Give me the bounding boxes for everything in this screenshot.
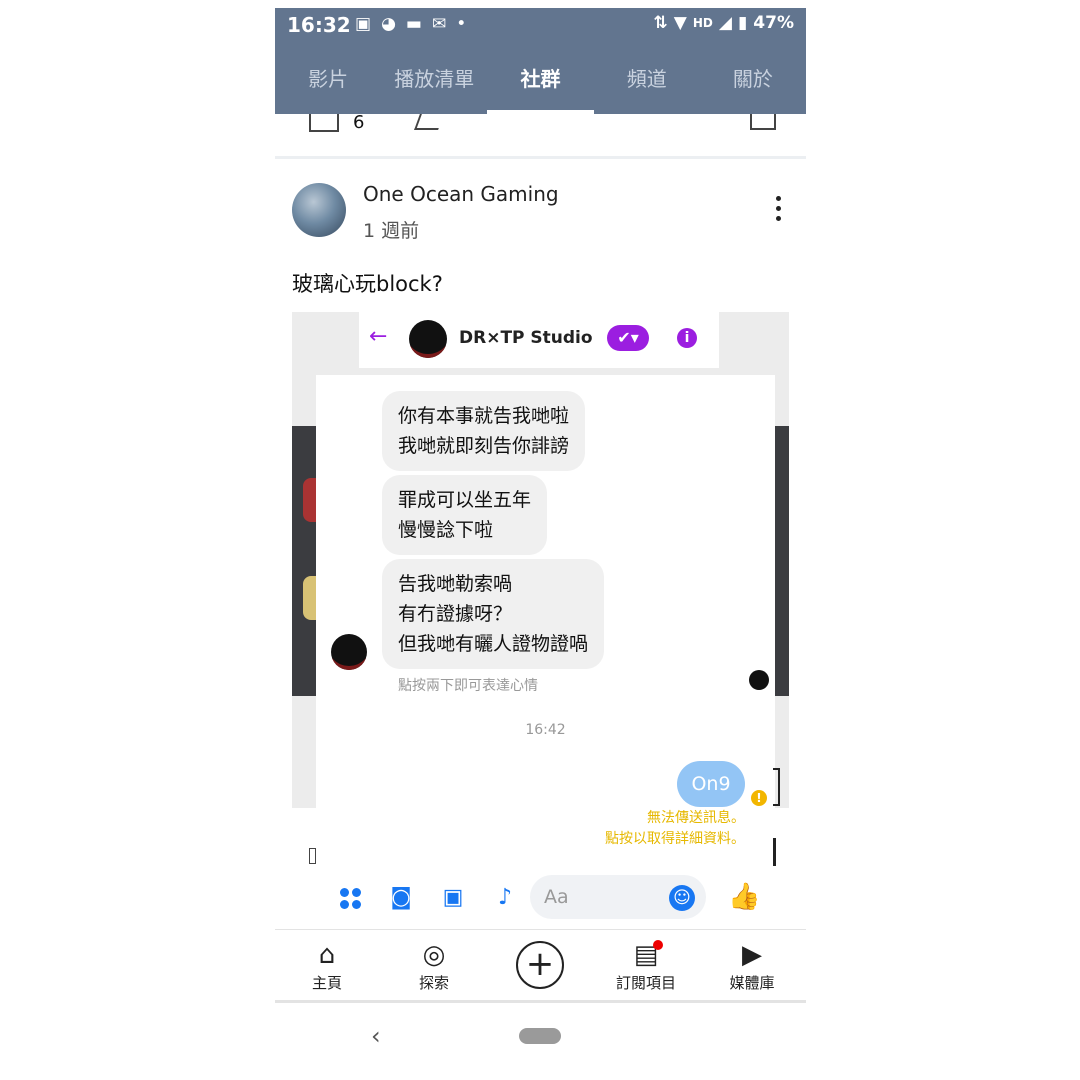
nav-label: 訂閱項目 — [615, 974, 676, 992]
tab-videos[interactable]: 影片 — [275, 44, 381, 114]
channel-name[interactable]: One Ocean Gaming — [363, 182, 559, 206]
message-line: 有冇證據呀？ — [398, 603, 513, 625]
nav-label: 主頁 — [311, 974, 342, 992]
home-icon: ⌂ — [318, 940, 336, 970]
reaction-hint: 點按兩下即可表達心情 — [398, 678, 538, 694]
nav-subscriptions[interactable]: ▤ 訂閱項目 — [601, 938, 691, 993]
warning-icon: ! — [751, 790, 767, 806]
message-timestamp: 16:42 — [525, 722, 566, 738]
system-back-icon[interactable]: ‹ — [371, 1022, 381, 1050]
emoji-icon: ☺ — [669, 885, 695, 911]
wifi-icon: ▼ — [673, 13, 687, 33]
cut-off-icon — [773, 768, 780, 806]
received-message: 告我哋勒索喎 有冇證據呀？ 但我哋有曬人證物證喎 — [382, 559, 605, 669]
received-message: 你有本事就告我哋啦 我哋就即刻告你誹謗 — [382, 391, 586, 471]
signal-icon: ◢ — [718, 13, 732, 33]
thumbs-up-icon: 👍 — [728, 882, 761, 912]
sender-avatar — [331, 634, 367, 670]
check-badge-icon: ✔▾ — [607, 325, 649, 351]
message-line: 告我哋勒索喎 — [398, 573, 513, 595]
nav-explore[interactable]: ◎ 探索 — [389, 938, 479, 993]
like-icon[interactable] — [309, 114, 339, 132]
compass-icon: ◎ — [422, 940, 446, 970]
send-error-line: 點按以取得詳細資料。 — [605, 831, 745, 847]
dislike-icon[interactable] — [414, 114, 444, 130]
battery-icon: ▮ — [737, 13, 748, 33]
gallery-icon: ▣ — [442, 885, 464, 910]
message-line: 罪成可以坐五年 — [398, 489, 532, 511]
channel-tabs: 影片 播放清單 社群 頻道 關於 — [275, 44, 806, 114]
nav-label: 探索 — [418, 974, 449, 992]
tab-channels[interactable]: 頻道 — [594, 44, 700, 114]
post-text: 玻璃心玩block? — [292, 272, 443, 296]
battery-percent: 47% — [753, 13, 794, 33]
create-button[interactable]: + — [516, 941, 564, 989]
more-options-icon[interactable] — [776, 196, 782, 226]
status-bar: 16:32 ▣ ◕ ▬ ✉ • ⇅ ▼ HD ◢ ▮ 47% — [275, 8, 806, 44]
sent-message: On9 — [677, 761, 745, 807]
post-time: 1 週前 — [363, 220, 420, 242]
tab-playlists[interactable]: 播放清單 — [381, 44, 487, 114]
cut-off-divider — [773, 838, 776, 866]
cut-off-icon — [309, 848, 316, 864]
tab-community[interactable]: 社群 — [487, 44, 594, 114]
image-icon: ▣ — [355, 14, 372, 34]
message-line: 我哋就即刻告你誹謗 — [398, 435, 570, 457]
info-icon: i — [677, 328, 697, 348]
subscriptions-icon: ▤ — [633, 940, 659, 970]
back-arrow-icon: ← — [369, 324, 388, 349]
messenger-chat: 你有本事就告我哋啦 我哋就即刻告你誹謗 罪成可以坐五年 慢慢諗下啦 告我哋勒索喎… — [316, 375, 775, 935]
tab-about[interactable]: 關於 — [700, 44, 806, 114]
message-line: 慢慢諗下啦 — [398, 519, 494, 541]
message-line: 但我哋有曬人證物證喎 — [398, 633, 589, 655]
messenger-icon: ◕ — [381, 14, 396, 34]
channel-avatar[interactable] — [292, 183, 346, 237]
contact-name: DR×TP Studio — [459, 328, 593, 348]
gmail-icon: ✉ — [431, 14, 447, 34]
camera-icon: ◙ — [390, 885, 412, 910]
data-arrows-icon: ⇅ — [653, 13, 668, 33]
network-type: HD — [692, 16, 713, 30]
message-line: 你有本事就告我哋啦 — [398, 405, 570, 427]
microphone-icon: ♪ — [497, 885, 513, 910]
phone-screen: 16:32 ▣ ◕ ▬ ✉ • ⇅ ▼ HD ◢ ▮ 47% 影片 播放清單 社… — [275, 8, 806, 1080]
notification-dot — [653, 940, 663, 950]
like-count: 6 — [353, 112, 365, 133]
received-message: 罪成可以坐五年 慢慢諗下啦 — [382, 475, 548, 555]
status-time: 16:32 — [287, 13, 351, 37]
message-composer: ◙ ▣ ♪ ☺ 👍 — [316, 873, 775, 927]
send-error: 無法傳送訊息。 點按以取得詳細資料。 — [605, 808, 745, 850]
nav-library[interactable]: ▶ 媒體庫 — [707, 938, 797, 993]
contact-avatar — [409, 320, 447, 358]
nav-label: 媒體庫 — [729, 974, 775, 992]
system-icons: ⇅ ▼ HD ◢ ▮ 47% — [654, 13, 794, 33]
more-dot-icon: • — [456, 14, 467, 34]
video-icon: ▬ — [405, 14, 422, 34]
messenger-header: ← DR×TP Studio ✔▾ i — [359, 312, 719, 368]
comment-icon[interactable] — [750, 114, 776, 130]
nav-home[interactable]: ⌂ 主頁 — [282, 938, 372, 993]
apps-icon — [338, 885, 364, 911]
home-gesture-pill[interactable] — [519, 1028, 561, 1044]
previous-post-actions: 6 — [275, 112, 806, 159]
seen-avatar — [749, 670, 769, 690]
library-icon: ▶ — [742, 940, 762, 970]
notification-icons: ▣ ◕ ▬ ✉ • — [355, 14, 466, 34]
bottom-navigation: ⌂ 主頁 ◎ 探索 + ▤ 訂閱項目 ▶ 媒體庫 — [275, 929, 806, 1003]
send-error-line: 無法傳送訊息。 — [647, 810, 745, 826]
